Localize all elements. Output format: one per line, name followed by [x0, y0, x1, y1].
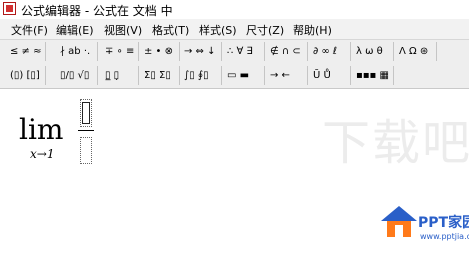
insertion-cursor — [82, 102, 90, 124]
window-title: 公式编辑器 - 公式在 文档 中 — [21, 4, 173, 18]
embellishments-button[interactable]: ∓ ∘ ≡ — [103, 42, 139, 61]
greek-uppercase-button[interactable]: Λ Ω ⊛ — [397, 42, 437, 61]
logical-symbols-button[interactable]: ∴ ∀ ∃ — [225, 42, 265, 61]
menu-view[interactable]: 视图(V) — [104, 22, 142, 38]
set-theory-symbols-button[interactable]: ∉ ∩ ⊂ — [268, 42, 308, 61]
menu-size[interactable]: 尺寸(Z) — [246, 22, 284, 38]
arrow-symbols-button[interactable]: → ⇔ ↓ — [182, 42, 222, 61]
symbol-toolbar: ≤ ≠ ≈ ∤ ab ·. ∓ ∘ ≡ ± • ⊗ → ⇔ ↓ ∴ ∀ ∃ ∉ … — [0, 40, 469, 89]
menu-edit[interactable]: 编辑(E) — [56, 22, 94, 38]
logo-name: PPT家园 — [418, 215, 469, 231]
misc-symbols-button[interactable]: ∂ ∞ ℓ — [311, 42, 351, 61]
fraction-bar — [78, 130, 94, 131]
menu-style[interactable]: 样式(S) — [199, 22, 237, 38]
menu-bar: 文件(F) 编辑(E) 视图(V) 格式(T) 样式(S) 尺寸(Z) 帮助(H… — [0, 19, 469, 40]
subscript-templates-button[interactable]: ▯̲ ▯̣ — [103, 66, 139, 85]
menu-file[interactable]: 文件(F) — [11, 22, 48, 38]
house-logo-icon — [381, 206, 417, 237]
title-bar: 公式编辑器 - 公式在 文档 中 — [0, 0, 469, 19]
greek-lowercase-button[interactable]: λ ω θ — [354, 42, 394, 61]
denominator-slot[interactable] — [80, 137, 92, 164]
operator-symbols-button[interactable]: ± • ⊗ — [142, 42, 180, 61]
fence-templates-button[interactable]: (▯) [▯] — [8, 66, 46, 85]
equation-editor-icon — [3, 2, 16, 15]
labeled-arrow-templates-button[interactable]: → ← — [268, 66, 308, 85]
logo-url: www.pptjia.com — [420, 232, 469, 241]
products-templates-button[interactable]: Ū Ů — [311, 66, 351, 85]
menu-help[interactable]: 帮助(H) — [293, 22, 332, 38]
integral-templates-button[interactable]: ∫▯ ∮▯ — [182, 66, 222, 85]
limit-subscript: x→1 — [30, 147, 55, 161]
limit-operator: lim — [19, 113, 64, 146]
spaces-ellipses-button[interactable]: ∤ ab ·. — [58, 42, 98, 61]
menu-format[interactable]: 格式(T) — [152, 22, 189, 38]
relational-symbols-button[interactable]: ≤ ≠ ≈ — [8, 42, 46, 61]
fraction-radical-templates-button[interactable]: ▯/▯ √▯ — [58, 66, 98, 85]
toolbar-row-templates: (▯) [▯] ▯/▯ √▯ ▯̲ ▯̣ Σ▯ Σ▯ ∫▯ ∮▯ ▭ ▬ → ←… — [2, 64, 467, 87]
underbar-overbar-templates-button[interactable]: ▭ ▬ — [225, 66, 265, 85]
matrix-templates-button[interactable]: ▪▪▪ ▦ — [354, 66, 394, 85]
summation-templates-button[interactable]: Σ▯ Σ▯ — [142, 66, 180, 85]
watermark: 下载吧 — [322, 115, 469, 171]
toolbar-row-symbols: ≤ ≠ ≈ ∤ ab ·. ∓ ∘ ≡ ± • ⊗ → ⇔ ↓ ∴ ∀ ∃ ∉ … — [2, 40, 467, 63]
